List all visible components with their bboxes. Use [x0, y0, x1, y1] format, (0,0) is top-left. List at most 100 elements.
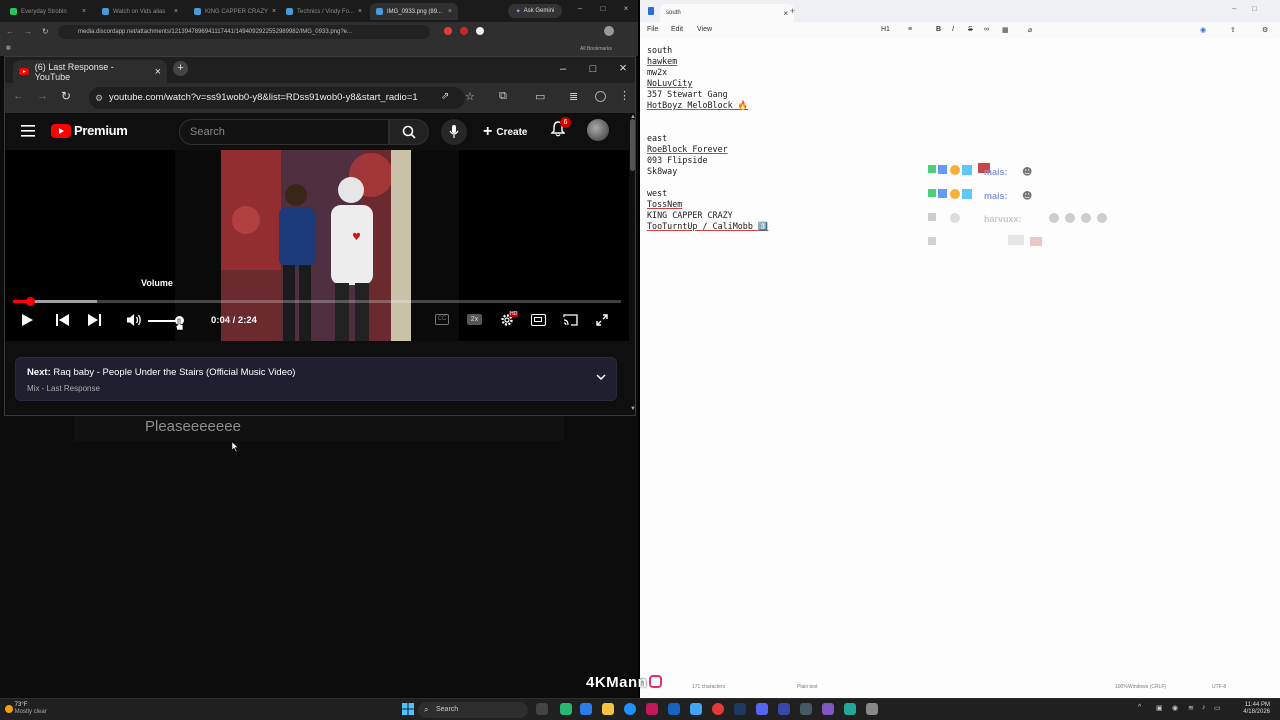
share-icon[interactable]: ⇪ [1230, 26, 1236, 34]
start-button[interactable] [402, 703, 414, 715]
notepad-taskbar-icon[interactable] [844, 703, 856, 715]
bg-tab-5-active[interactable]: IMG_0933.png (89... × [370, 3, 458, 20]
search-input[interactable]: Search [179, 119, 389, 145]
mute-button[interactable] [126, 313, 144, 327]
scroll-down-icon[interactable]: ▼ [630, 406, 635, 412]
app-icon[interactable] [866, 703, 878, 715]
video-player[interactable]: ♥ Volume 0:04 / 2:24 CC 2x HD [5, 150, 629, 341]
extension-icon[interactable] [460, 27, 468, 35]
line-endings[interactable]: Windows (CRLF) [1128, 684, 1166, 690]
new-tab-icon[interactable]: + [173, 61, 188, 76]
weather-widget[interactable]: 73°F Mostly clear [5, 702, 47, 716]
close-icon[interactable]: × [82, 8, 86, 15]
extensions-icon[interactable]: ⧉ [499, 90, 507, 103]
minimize-icon[interactable]: – [1232, 4, 1236, 13]
close-icon[interactable]: × [358, 8, 362, 15]
app-icon[interactable] [646, 703, 658, 715]
wifi-icon[interactable]: ≋ [1188, 704, 1194, 712]
heading-format-dropdown[interactable]: H1 [881, 26, 890, 33]
maximize-icon[interactable]: □ [595, 4, 611, 13]
miniplayer-icon[interactable] [531, 314, 546, 326]
back-icon[interactable]: ← [6, 27, 14, 36]
close-window-icon[interactable]: × [613, 60, 633, 75]
playback-speed-badge[interactable]: 2x [467, 314, 482, 325]
app-icon[interactable] [822, 703, 834, 715]
reload-icon[interactable]: ↻ [61, 89, 71, 103]
taskbar-search[interactable]: ⌕ Search [418, 702, 528, 718]
youtube-logo[interactable]: Premium [51, 123, 128, 138]
app-icon[interactable] [580, 703, 592, 715]
menu-edit[interactable]: Edit [671, 26, 683, 33]
file-explorer-icon[interactable] [602, 703, 614, 715]
voice-search-button[interactable] [441, 119, 467, 145]
media-control-icon[interactable]: ▭ [535, 90, 545, 103]
taskbar-clock[interactable]: 11:44 PM 4/18/2026 [1226, 702, 1270, 716]
menu-view[interactable]: View [697, 26, 712, 33]
video-frame[interactable]: ♥ [221, 150, 411, 341]
all-bookmarks[interactable]: All Bookmarks [580, 46, 612, 52]
bookmark-star-icon[interactable]: ☆ [465, 90, 475, 103]
tray-app-icon[interactable]: ◉ [1172, 704, 1178, 712]
up-next-panel[interactable]: Next: Raq baby - People Under the Stairs… [15, 357, 617, 401]
bg-address-bar[interactable]: media.discordapp.net/attachments/1213947… [58, 25, 430, 39]
hamburger-menu-icon[interactable] [21, 125, 35, 137]
discord-icon[interactable] [756, 703, 768, 715]
scroll-up-icon[interactable]: ▲ [630, 114, 635, 120]
reading-list-icon[interactable]: ≣ [569, 90, 578, 103]
maximize-icon[interactable]: □ [1252, 4, 1257, 13]
captions-icon[interactable]: CC [435, 314, 449, 325]
app-icon[interactable] [690, 703, 702, 715]
bg-tab-1[interactable]: Everyday Strobin × [4, 3, 92, 20]
close-icon[interactable]: × [174, 8, 178, 15]
scrollbar-thumb[interactable] [630, 119, 635, 171]
profile-icon[interactable] [604, 26, 614, 36]
install-app-icon[interactable]: ⇗ [441, 91, 449, 102]
menu-file[interactable]: File [647, 26, 658, 33]
bg-tab-3[interactable]: KING CAPPER CRAZY × [188, 3, 276, 20]
profile-icon[interactable] [595, 91, 606, 102]
notepad-tab[interactable]: south × [660, 4, 794, 22]
notepad-text-area[interactable]: south hawkem mw2x NoLuvCity 357 Stewart Gang… [647, 45, 768, 232]
new-tab-icon[interactable]: + [790, 6, 795, 16]
apps-icon[interactable]: ▦ [6, 45, 11, 51]
yt-address-bar[interactable]: ⚙ youtube.com/watch?v=ss91wob0-y8&list=R… [89, 87, 465, 109]
minimize-icon[interactable]: – [572, 4, 588, 13]
table-icon[interactable]: ▦ [1002, 26, 1009, 34]
close-icon[interactable]: × [272, 8, 276, 15]
progress-scrubber-handle[interactable] [26, 297, 36, 306]
app-icon[interactable] [560, 703, 572, 715]
extension-icon[interactable] [444, 27, 452, 35]
search-button[interactable] [389, 119, 429, 145]
volume-tray-icon[interactable]: ♪ [1202, 704, 1206, 711]
ask-gemini-button[interactable]: ✦ Ask Gemini [508, 4, 562, 18]
maximize-icon[interactable]: □ [583, 63, 603, 75]
list-format-icon[interactable]: ≡ [908, 26, 912, 33]
close-icon[interactable]: × [155, 66, 161, 78]
reload-icon[interactable]: ↻ [42, 27, 49, 36]
clear-format-icon[interactable]: ⌀ [1028, 26, 1032, 34]
close-window-icon[interactable]: × [618, 4, 634, 13]
cast-button[interactable] [563, 314, 578, 326]
task-view-icon[interactable] [536, 703, 548, 715]
tray-app-icon[interactable]: ▣ [1156, 704, 1163, 712]
battery-icon[interactable]: ▭ [1214, 704, 1221, 712]
italic-icon[interactable]: I [952, 26, 954, 33]
tray-overflow-icon[interactable]: ^ [1138, 704, 1141, 711]
avatar[interactable] [587, 119, 609, 141]
play-button[interactable] [21, 313, 34, 327]
previous-button[interactable] [56, 314, 69, 326]
forward-icon[interactable]: → [37, 90, 48, 102]
link-icon[interactable]: ∞ [984, 26, 989, 33]
close-icon[interactable]: × [448, 8, 452, 15]
extension-icon[interactable] [476, 27, 484, 35]
menu-dots-icon[interactable]: ⋮ [619, 89, 630, 102]
app-icon[interactable] [778, 703, 790, 715]
settings-gear-icon[interactable]: ⚙ [1262, 26, 1268, 34]
next-button[interactable] [88, 314, 101, 326]
minimize-icon[interactable]: – [553, 63, 573, 75]
strikethrough-icon[interactable]: S [968, 26, 973, 33]
fullscreen-button[interactable] [596, 314, 608, 326]
back-icon[interactable]: ← [13, 90, 24, 102]
bold-icon[interactable]: B [936, 26, 941, 33]
youtube-tab[interactable]: (6) Last Response - YouTube × [13, 60, 167, 83]
